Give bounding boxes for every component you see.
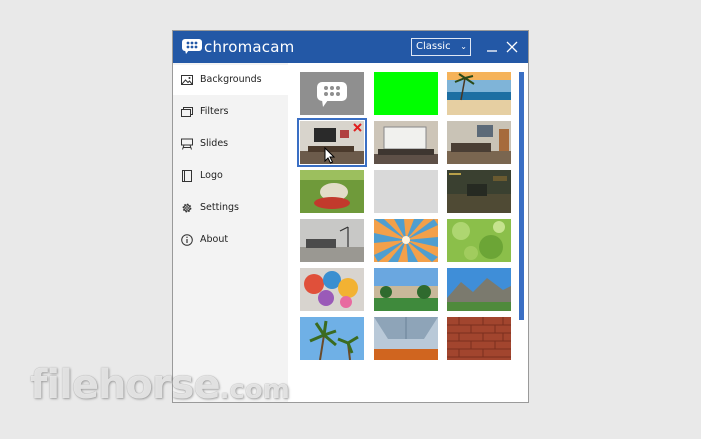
- sidebar-item-label: Filters: [200, 106, 229, 117]
- background-thumb-ceiling-architecture[interactable]: [374, 317, 438, 360]
- sidebar-item-slides[interactable]: Slides: [173, 129, 288, 159]
- gear-icon: [182, 203, 192, 213]
- sidebar-item-logo[interactable]: Logo: [173, 161, 288, 191]
- background-thumb-office-room[interactable]: [297, 118, 367, 167]
- background-thumb-brick-wall[interactable]: [447, 317, 511, 360]
- background-thumb-bokeh-green[interactable]: [447, 219, 511, 262]
- info-icon: [181, 234, 193, 246]
- title-bar: chromacam Classic ⌄: [173, 31, 528, 63]
- app-title: chromacam: [204, 38, 295, 56]
- filehorse-watermark: filehorse.com: [30, 362, 290, 408]
- close-button[interactable]: [505, 40, 519, 54]
- sidebar-item-label: About: [200, 234, 229, 245]
- mode-select-value: Classic: [416, 41, 451, 52]
- background-thumb-chromacam-logo[interactable]: [300, 72, 364, 115]
- background-thumb-sunburst[interactable]: [374, 219, 438, 262]
- background-thumb-garden-chair[interactable]: [300, 170, 364, 213]
- watermark-text: filehorse: [30, 362, 221, 408]
- delete-icon[interactable]: [353, 123, 362, 132]
- filters-icon: [181, 107, 193, 117]
- background-thumb-mountains[interactable]: [447, 268, 511, 311]
- sidebar-item-settings[interactable]: Settings: [173, 193, 288, 223]
- sidebar-item-label: Slides: [200, 138, 229, 149]
- sidebar-item-label: Backgrounds: [200, 74, 262, 85]
- background-thumb-classroom-whiteboard[interactable]: [374, 121, 438, 164]
- scrollbar[interactable]: [519, 72, 524, 320]
- chromacam-logo-icon: [182, 39, 202, 54]
- sidebar-item-filters[interactable]: Filters: [173, 97, 288, 127]
- watermark-suffix: .com: [219, 375, 290, 405]
- sidebar-item-backgrounds[interactable]: Backgrounds: [173, 65, 288, 95]
- chromacam-window: chromacam Classic ⌄ Backgrounds Filters …: [172, 30, 529, 403]
- minimize-button[interactable]: [485, 40, 499, 54]
- chevron-down-icon: ⌄: [460, 42, 467, 51]
- background-thumb-office-desk[interactable]: [447, 121, 511, 164]
- sidebar-item-label: Logo: [200, 170, 223, 181]
- sidebar-item-about[interactable]: About: [173, 225, 288, 255]
- mouse-cursor-icon: [324, 147, 336, 164]
- easel-icon: [181, 138, 193, 150]
- background-thumb-colorful-art[interactable]: [300, 268, 364, 311]
- backgrounds-panel: [288, 63, 528, 402]
- mode-select[interactable]: Classic ⌄: [411, 38, 471, 56]
- background-thumb-game-scene[interactable]: [447, 170, 511, 213]
- background-thumb-green-screen[interactable]: [374, 72, 438, 115]
- background-thumb-gray-blank[interactable]: [374, 170, 438, 213]
- background-thumb-modern-interior[interactable]: [300, 219, 364, 262]
- background-thumb-palm-trees[interactable]: [300, 317, 364, 360]
- sidebar-item-label: Settings: [200, 202, 239, 213]
- book-icon: [182, 170, 192, 182]
- background-thumb-courtyard[interactable]: [374, 268, 438, 311]
- background-thumb-beach[interactable]: [447, 72, 511, 115]
- sidebar: Backgrounds Filters Slides Logo Settings…: [173, 63, 288, 402]
- image-icon: [181, 75, 193, 85]
